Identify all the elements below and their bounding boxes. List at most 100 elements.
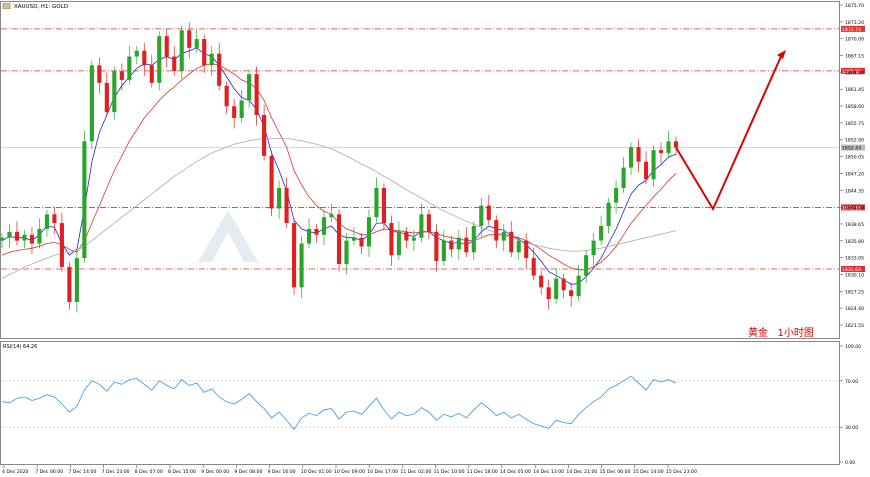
candle-body: [606, 202, 611, 226]
x-tick-label: 7 Dec 14:00: [68, 469, 96, 475]
y-tick-label: 1827.25: [845, 289, 864, 295]
x-tick-label: 10 Dec 01:00: [301, 469, 332, 475]
candle-body: [142, 50, 147, 66]
y-tick-label: 1852.90: [845, 138, 864, 144]
x-tick-label: 14 Dec 05:00: [500, 469, 531, 475]
candle-body: [164, 36, 169, 57]
chart-title: XAUUSD, H1: GOLD: [14, 4, 68, 10]
candle-body: [651, 150, 656, 180]
candle-body: [262, 115, 267, 156]
candle-body: [569, 290, 574, 297]
y-tick-label: 1873.20: [845, 20, 864, 26]
current-price-label: 1852.43: [842, 146, 861, 152]
candle-body: [172, 56, 177, 72]
x-tick-label: 8 Dec 15:00: [168, 469, 196, 475]
y-tick-label: 1864.30: [845, 70, 864, 76]
candle-body: [224, 85, 229, 107]
candle-body: [0, 237, 5, 241]
candle-body: [591, 240, 596, 256]
candle-body: [419, 214, 424, 238]
candle-body: [321, 217, 327, 235]
candle-body: [97, 65, 102, 83]
candle-body: [149, 65, 154, 83]
x-tick-label: 9 Dec 00:00: [201, 469, 229, 475]
candle-body: [411, 237, 416, 241]
candle-body: [89, 65, 94, 142]
candle-body: [44, 214, 49, 229]
candle-body: [22, 234, 27, 241]
candle-body: [52, 214, 57, 224]
candle-body: [486, 205, 491, 221]
candle-body: [82, 141, 87, 259]
candle-body: [516, 240, 521, 253]
candle-body: [561, 278, 566, 291]
candle-body: [426, 214, 431, 232]
candle-body: [666, 141, 671, 153]
rsi-tick-label: 100.00: [845, 344, 861, 350]
candle-body: [119, 71, 124, 80]
candle-body: [74, 258, 79, 302]
candle-body: [299, 243, 304, 288]
x-tick-label: 8 Dec 07:00: [135, 469, 163, 475]
candle-body: [449, 240, 454, 250]
level-price-label: 1872.74: [842, 27, 861, 33]
y-tick-label: 1841.50: [845, 205, 864, 211]
candle-body: [636, 147, 641, 162]
candle-body: [232, 106, 237, 118]
candle-body: [247, 74, 252, 101]
candle-body: [277, 188, 282, 209]
y-tick-label: 1844.35: [845, 188, 864, 194]
x-tick-label: 10 Dec 09:00: [334, 469, 365, 475]
candle-body: [239, 100, 244, 118]
candle-body: [389, 223, 394, 256]
candle-body: [546, 287, 551, 300]
y-tick-label: 1835.80: [845, 239, 864, 245]
x-tick-label: 11 Dec 02:00: [400, 469, 431, 475]
x-tick-label: 14 Dec 13:00: [533, 469, 564, 475]
candle-body: [29, 234, 35, 244]
candle-body: [374, 188, 379, 218]
candle-body: [202, 39, 207, 66]
main-pane-frame: [0, 1, 840, 339]
candle-body: [67, 266, 72, 302]
candle-body: [127, 56, 132, 80]
candle-body: [381, 188, 386, 224]
candle-body: [344, 240, 349, 264]
candle-body: [269, 155, 274, 209]
candle-body: [539, 275, 544, 288]
candle-body: [471, 226, 476, 253]
y-tick-label: 1867.15: [845, 54, 864, 60]
candle-body: [329, 214, 334, 218]
candle-body: [554, 278, 559, 300]
candle-body: [441, 240, 446, 262]
y-tick-label: 1838.65: [845, 222, 864, 228]
candle-body: [179, 30, 184, 72]
candle-body: [194, 39, 199, 48]
candle-body: [494, 220, 499, 241]
x-tick-label: 7 Dec 06:00: [35, 469, 63, 475]
candle-body: [37, 228, 42, 244]
candle-body: [479, 205, 484, 226]
candle-body: [673, 141, 679, 148]
candle-body: [209, 53, 214, 66]
x-tick-label: 11 Dec 18:00: [467, 469, 498, 475]
candle-body: [254, 74, 259, 115]
x-tick-label: 11 Dec 10:00: [434, 469, 465, 475]
rsi-tick-label: 0.00: [845, 460, 855, 466]
candle-body: [14, 231, 20, 241]
rsi-pane-frame: [0, 341, 840, 465]
candle-body: [306, 228, 312, 244]
level-price-label: 1831.64: [842, 267, 861, 273]
candle-body: [509, 231, 514, 253]
candle-body: [621, 167, 626, 189]
y-tick-label: 1830.10: [845, 272, 864, 278]
candle-body: [464, 237, 469, 253]
candle-body: [7, 231, 12, 238]
candle-body: [366, 217, 372, 247]
candle-body: [576, 275, 581, 297]
candle-body: [217, 53, 222, 86]
y-tick-label: 1858.60: [845, 104, 864, 110]
y-tick-label: 1847.20: [845, 171, 864, 177]
x-tick-label: 9 Dec 08:00: [234, 469, 262, 475]
candle-body: [396, 231, 401, 256]
